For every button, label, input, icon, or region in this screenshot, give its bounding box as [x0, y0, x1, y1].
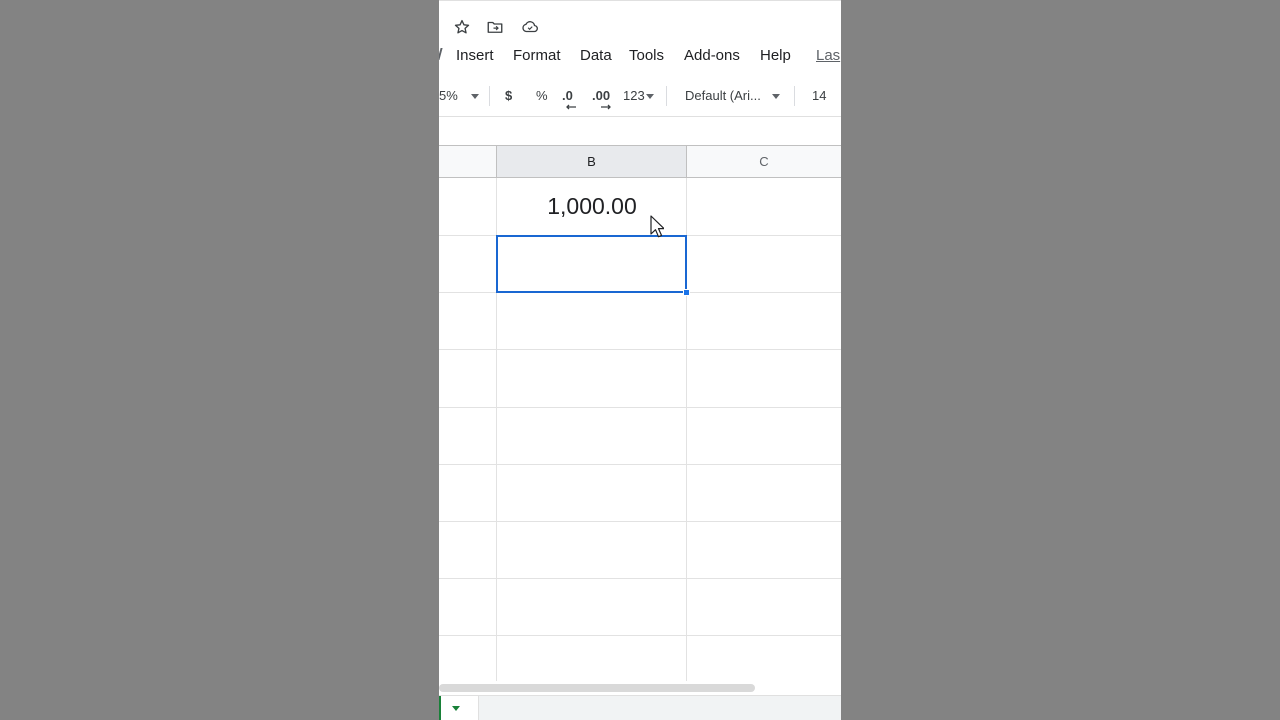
last-edit-link[interactable]: Las	[816, 47, 840, 65]
decrease-decimals-button[interactable]: .0	[562, 88, 576, 110]
menu-help[interactable]: Help	[760, 47, 791, 65]
more-formats-button[interactable]: 123	[623, 88, 654, 104]
format-currency-button[interactable]: $	[505, 88, 512, 104]
column-header-b[interactable]: B	[497, 145, 687, 178]
decrease-decimals-label: .0	[562, 88, 573, 103]
horizontal-scrollbar[interactable]	[439, 681, 841, 695]
menu-bar: Insert Format Data Tools Add-ons Help La…	[439, 44, 841, 70]
zoom-select[interactable]: 5%	[439, 88, 480, 104]
format-percent-button[interactable]: %	[536, 88, 548, 104]
sheet-tab[interactable]	[439, 696, 479, 720]
toolbar: 5% $ % .0 .00 123 Default (Ari... 14	[439, 76, 841, 116]
chevron-down-icon[interactable]	[452, 706, 460, 711]
grid-line	[439, 521, 841, 522]
column-header-c[interactable]: C	[687, 145, 841, 178]
more-formats-label: 123	[623, 88, 645, 103]
grid-line	[439, 635, 841, 636]
sheet-grid: B C 1,000.00	[439, 145, 841, 681]
chevron-down-icon	[471, 94, 480, 100]
menu-add-ons[interactable]: Add-ons	[684, 47, 740, 65]
menu-insert[interactable]: Insert	[456, 47, 494, 65]
increase-decimals-button[interactable]: .00	[592, 88, 611, 110]
sheet-tab-bar	[439, 695, 841, 720]
title-icon-row	[439, 0, 841, 46]
selected-cell-b2[interactable]	[496, 235, 687, 293]
font-size-field[interactable]: 14	[812, 88, 826, 104]
menu-data[interactable]: Data	[580, 47, 612, 65]
toolbar-divider	[666, 86, 667, 106]
grid-line	[439, 578, 841, 579]
font-family-select[interactable]: Default (Ari...	[685, 88, 781, 104]
toolbar-divider	[794, 86, 795, 106]
increase-decimals-label: .00	[592, 88, 611, 103]
mouse-pointer-icon	[650, 215, 664, 238]
menu-format[interactable]: Format	[513, 47, 561, 65]
zoom-value: 5%	[439, 88, 458, 103]
column-header-clipped[interactable]	[439, 145, 497, 178]
fill-handle[interactable]	[683, 289, 690, 296]
formula-bar[interactable]	[439, 116, 841, 145]
arrow-left-icon	[566, 104, 576, 110]
chevron-down-icon	[772, 94, 781, 100]
menu-tools[interactable]: Tools	[629, 47, 664, 65]
scrollbar-thumb[interactable]	[439, 684, 755, 692]
chevron-down-icon	[645, 94, 654, 100]
spreadsheet-app: Insert Format Data Tools Add-ons Help La…	[439, 0, 841, 720]
cloud-saved-icon[interactable]	[519, 16, 541, 38]
font-family-value: Default (Ari...	[685, 88, 761, 103]
active-tab-accent	[439, 696, 441, 720]
arrow-right-icon	[601, 104, 611, 110]
grid-line	[439, 407, 841, 408]
grid-line	[439, 349, 841, 350]
grid-line	[439, 464, 841, 465]
toolbar-divider	[489, 86, 490, 106]
move-to-folder-icon[interactable]	[484, 16, 506, 38]
screen-background: Insert Format Data Tools Add-ons Help La…	[0, 0, 1280, 720]
menu-item-clipped[interactable]	[439, 48, 443, 60]
star-icon[interactable]	[451, 16, 473, 38]
